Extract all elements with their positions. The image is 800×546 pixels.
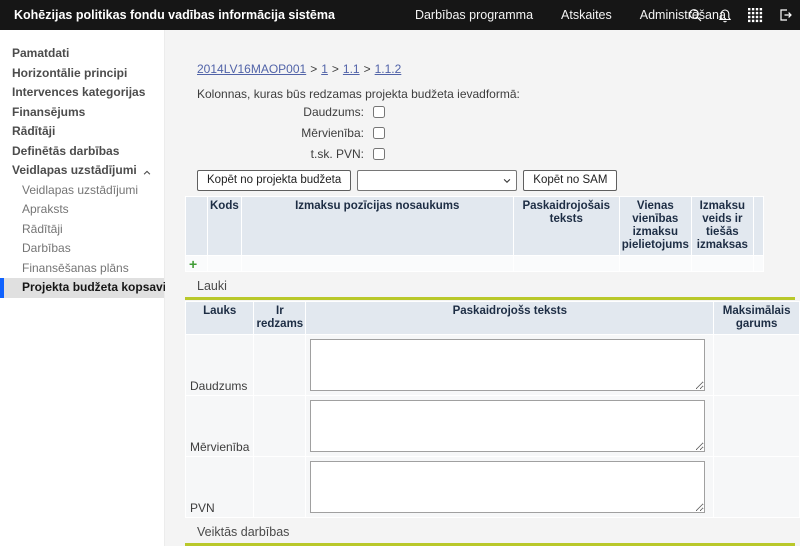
empty-cell xyxy=(208,256,241,271)
top-bar: Kohēzijas politikas fondu vadības inform… xyxy=(0,0,800,30)
lauki-col-maksimalais-garums: Maksimālais garums xyxy=(714,302,799,334)
veiktas-darbibas-section-title: Veiktās darbības xyxy=(197,525,800,539)
mervieniba-checkbox[interactable] xyxy=(373,127,385,139)
empty-cell xyxy=(620,256,691,271)
textarea-cell xyxy=(306,396,713,456)
copy-source-select[interactable] xyxy=(357,170,517,191)
cost-col-kods: Kods xyxy=(208,197,241,255)
nav-item-atskaites[interactable]: Atskaites xyxy=(547,0,626,30)
app-title[interactable]: Kohēzijas politikas fondu vadības inform… xyxy=(0,8,335,22)
lauki-col-lauks: Lauks xyxy=(186,302,253,334)
sidebar-item-definetas-darbibas[interactable]: Definētās darbības xyxy=(0,142,164,162)
breadcrumb: 2014LV16MAOP001>1>1.1>1.1.2 xyxy=(197,62,800,76)
main-content: 2014LV16MAOP001>1>1.1>1.1.2 Kolonnas, ku… xyxy=(165,30,800,546)
mervieniba-description-textarea[interactable] xyxy=(310,400,705,452)
breadcrumb-link-1-1[interactable]: 1.1 xyxy=(343,62,360,76)
row-label-pvn: PVN xyxy=(186,457,253,517)
empty-cell xyxy=(254,457,305,517)
cost-col-vienas-vienibas: Vienas vienības izmaksu pielietojums xyxy=(620,197,691,255)
sidebar-item-raditaji[interactable]: Rādītāji xyxy=(0,122,164,142)
lauki-col-ir-redzams: Ir redzams xyxy=(254,302,305,334)
sidebar-subitem-raditaji[interactable]: Rādītāji xyxy=(0,220,164,240)
sidebar-item-veidlapas-uzstadijumi[interactable]: Veidlapas uzstādījumi xyxy=(0,161,164,181)
sidebar-subitem-darbibas[interactable]: Darbības xyxy=(0,239,164,259)
cost-col-empty xyxy=(186,197,207,255)
breadcrumb-separator: > xyxy=(360,62,375,76)
columns-intro-text: Kolonnas, kuras būs redzamas projekta bu… xyxy=(197,87,800,101)
breadcrumb-link-programme[interactable]: 2014LV16MAOP001 xyxy=(197,62,306,76)
checkbox-label-pvn: t.sk. PVN: xyxy=(197,147,364,161)
lauki-col-paskaidrojoss: Paskaidrojošs teksts xyxy=(306,302,713,334)
cost-col-actions xyxy=(754,197,763,255)
copy-from-budget-button[interactable]: Kopēt no projekta budžeta xyxy=(197,170,351,191)
checkbox-label-daudzums: Daudzums: xyxy=(197,105,364,119)
lauki-row-mervieniba: Mērvienība xyxy=(186,396,799,456)
daudzums-description-textarea[interactable] xyxy=(310,339,705,391)
sidebar-subitem-veidlapas-uzstadijumi[interactable]: Veidlapas uzstādījumi xyxy=(0,181,164,201)
add-row-button[interactable]: + xyxy=(186,256,207,271)
breadcrumb-separator: > xyxy=(328,62,343,76)
sidebar-item-horizontalie-principi[interactable]: Horizontālie principi xyxy=(0,64,164,84)
cost-positions-table: Kods Izmaksu pozīcijas nosaukums Paskaid… xyxy=(185,196,764,272)
chevron-up-icon xyxy=(142,165,152,185)
lauki-row-daudzums: Daudzums xyxy=(186,335,799,395)
cost-col-paskaidrojosais: Paskaidrojošais teksts xyxy=(514,197,619,255)
notifications-icon[interactable] xyxy=(710,0,740,30)
textarea-cell xyxy=(306,335,713,395)
textarea-cell xyxy=(306,457,713,517)
top-bar-icons xyxy=(680,0,800,30)
sidebar-subitem-finansesanas-plans[interactable]: Finansēšanas plāns xyxy=(0,259,164,279)
lauki-table: Lauks Ir redzams Paskaidrojošs teksts Ma… xyxy=(185,301,800,518)
checkbox-label-mervieniba: Mērvienība: xyxy=(197,126,364,140)
breadcrumb-link-1-1-2[interactable]: 1.1.2 xyxy=(375,62,402,76)
empty-cell xyxy=(242,256,513,271)
empty-cell xyxy=(714,396,799,456)
sidebar: Pamatdati Horizontālie principi Interven… xyxy=(0,30,165,546)
empty-cell xyxy=(754,256,763,271)
checkbox-row-mervieniba: Mērvienība: xyxy=(197,123,800,143)
pvn-description-textarea[interactable] xyxy=(310,461,705,513)
empty-cell xyxy=(714,457,799,517)
sidebar-item-label: Veidlapas uzstādījumi xyxy=(12,163,137,177)
sidebar-subitem-apraksts[interactable]: Apraksts xyxy=(0,200,164,220)
sidebar-item-pamatdati[interactable]: Pamatdati xyxy=(0,44,164,64)
empty-cell xyxy=(514,256,619,271)
cost-col-izmaksu-veids: Izmaksu veids ir tiešās izmaksas xyxy=(692,197,753,255)
empty-cell xyxy=(714,335,799,395)
pvn-checkbox[interactable] xyxy=(373,148,385,160)
daudzums-checkbox[interactable] xyxy=(373,106,385,118)
lauki-header-row: Lauks Ir redzams Paskaidrojošs teksts Ma… xyxy=(186,302,799,334)
app-switcher-icon[interactable] xyxy=(740,0,770,30)
copy-source-select-wrap xyxy=(357,170,517,191)
breadcrumb-separator: > xyxy=(306,62,321,76)
cost-col-nosaukums: Izmaksu pozīcijas nosaukums xyxy=(242,197,513,255)
lauki-section-rule xyxy=(185,297,795,300)
logout-icon[interactable] xyxy=(770,0,800,30)
nav-item-darbibas-programma[interactable]: Darbības programma xyxy=(401,0,547,30)
empty-cell xyxy=(254,396,305,456)
row-label-daudzums: Daudzums xyxy=(186,335,253,395)
checkbox-row-pvn: t.sk. PVN: xyxy=(197,144,800,164)
empty-cell xyxy=(254,335,305,395)
cost-table-header-row: Kods Izmaksu pozīcijas nosaukums Paskaid… xyxy=(186,197,763,255)
search-icon[interactable] xyxy=(680,0,710,30)
empty-cell xyxy=(692,256,753,271)
checkbox-row-daudzums: Daudzums: xyxy=(197,102,800,122)
sidebar-item-intervences-kategorijas[interactable]: Intervences kategorijas xyxy=(0,83,164,103)
copy-from-sam-button[interactable]: Kopēt no SAM xyxy=(523,170,617,191)
sidebar-subitem-projekta-budzeta-kopsavilkums[interactable]: Projekta budžeta kopsavilkums xyxy=(0,278,164,298)
sidebar-item-finansejums[interactable]: Finansējums xyxy=(0,103,164,123)
copy-actions-row: Kopēt no projekta budžeta Kopēt no SAM xyxy=(197,169,800,191)
lauki-section-title: Lauki xyxy=(197,279,800,293)
lauki-row-pvn: PVN xyxy=(186,457,799,517)
row-label-mervieniba: Mērvienība xyxy=(186,396,253,456)
cost-table-add-row: + xyxy=(186,256,763,271)
breadcrumb-link-1[interactable]: 1 xyxy=(321,62,328,76)
